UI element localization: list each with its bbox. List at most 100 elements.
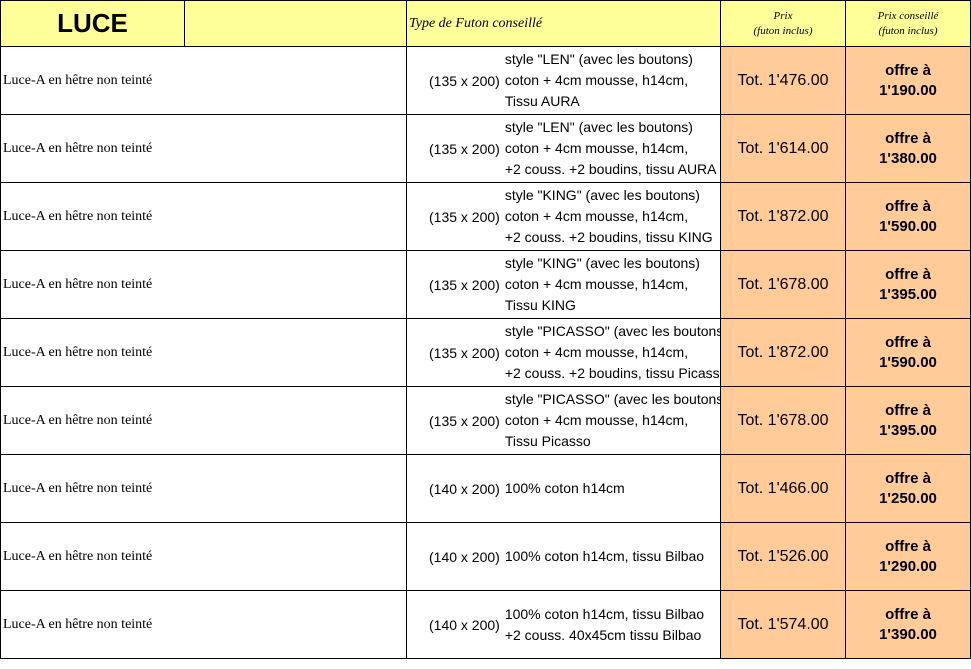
offer-label: offre à: [885, 333, 931, 351]
offer-cell: offre à 1'395.00: [845, 386, 971, 455]
price-cell: Tot. 1'872.00: [720, 182, 846, 251]
offer-price: 1'380.00: [879, 149, 937, 167]
futon-size: (140 x 200): [429, 616, 500, 633]
futon-spec-line: coton + 4cm mousse, h14cm,: [504, 276, 689, 292]
offer-label: offre à: [885, 61, 931, 79]
futon-description-cell: (135 x 200) style "LEN" (avec les boutons…: [406, 46, 721, 115]
futon-description-cell: (140 x 200) 100% coton h14cm: [406, 454, 721, 523]
futon-size: (135 x 200): [429, 140, 500, 157]
futon-spec-lines: style "KING" (avec les boutons) coton + 4…: [505, 185, 713, 248]
offer-label: offre à: [885, 537, 931, 555]
futon-description-cell: (135 x 200) style "LEN" (avec les boutons…: [406, 114, 721, 183]
offer-cell: offre à 1'590.00: [845, 182, 971, 251]
futon-spec-line: 100% coton h14cm, tissu Bilbao: [504, 548, 705, 564]
offer-price: 1'590.00: [879, 353, 937, 371]
futon-spec-line: style "PICASSO" (avec les boutons): [504, 323, 721, 339]
price-cell: Tot. 1'678.00: [720, 250, 846, 319]
brand-title: LUCE: [0, 0, 185, 47]
table-row: Luce-A en hêtre non teinté (135 x 200) sty…: [0, 250, 971, 319]
offer-cell: offre à 1'250.00: [845, 454, 971, 523]
futon-size: (135 x 200): [429, 72, 500, 89]
offer-price: 1'590.00: [879, 217, 937, 235]
model-cell: Luce-A en hêtre non teinté: [0, 250, 407, 319]
offer-cell: offre à 1'390.00: [845, 590, 971, 659]
offer-price: 1'250.00: [879, 489, 937, 507]
futon-spec-lines: 100% coton h14cm, tissu Bilbao: [505, 546, 704, 567]
futon-description-cell: (140 x 200) 100% coton h14cm, tissu Bilba…: [406, 522, 721, 591]
header-blank-cell: [184, 0, 407, 47]
price-cell: Tot. 1'574.00: [720, 590, 846, 659]
futon-description-cell: (135 x 200) style "PICASSO" (avec les bou…: [406, 386, 721, 455]
advised-price-header-sub: (futon inclus): [878, 24, 938, 37]
offer-label: offre à: [885, 401, 931, 419]
table-row: Luce-A en hêtre non teinté (140 x 200) 100…: [0, 590, 971, 659]
table-row: Luce-A en hêtre non teinté (135 x 200) sty…: [0, 386, 971, 455]
futon-spec-line: style "KING" (avec les boutons): [504, 255, 700, 271]
futon-spec-lines: style "PICASSO" (avec les boutons) coton …: [504, 389, 720, 452]
futon-spec-line: +2 couss. 40x45cm tissu Bilbao: [504, 626, 702, 643]
futon-spec-lines: style "KING" (avec les boutons) coton + 4…: [505, 253, 700, 316]
offer-price: 1'390.00: [879, 625, 937, 643]
futon-spec-lines: 100% coton h14cm, tissu Bilbao +2 couss. …: [505, 604, 704, 646]
price-cell: Tot. 1'614.00: [720, 114, 846, 183]
table-row: Luce-A en hêtre non teinté (135 x 200) sty…: [0, 182, 971, 251]
futon-spec-line: +2 couss. +2 boudins, tissu KING: [504, 229, 713, 245]
futon-type-header: Type de Futon conseillé: [406, 0, 721, 47]
model-cell: Luce-A en hêtre non teinté: [0, 182, 407, 251]
model-cell: Luce-A en hêtre non teinté: [0, 386, 407, 455]
price-table: LUCE Type de Futon conseillé Prix (futon…: [0, 0, 971, 659]
futon-spec-lines: style "PICASSO" (avec les boutons) coton …: [504, 321, 721, 384]
offer-cell: offre à 1'290.00: [845, 522, 971, 591]
price-header: Prix (futon inclus): [720, 0, 846, 47]
model-cell: Luce-A en hêtre non teinté: [0, 522, 407, 591]
table-row: Luce-A en hêtre non teinté (135 x 200) sty…: [0, 318, 971, 387]
price-cell: Tot. 1'466.00: [720, 454, 846, 523]
futon-spec-line: +2 couss. +2 boudins, tissu AURA: [504, 161, 717, 177]
futon-size: (135 x 200): [429, 276, 500, 293]
offer-price: 1'290.00: [879, 557, 937, 575]
futon-spec-line: Tissu KING: [504, 297, 576, 313]
futon-spec-line: coton + 4cm mousse, h14cm,: [504, 140, 689, 156]
price-cell: Tot. 1'872.00: [720, 318, 846, 387]
futon-description-cell: (135 x 200) style "KING" (avec les bouton…: [406, 182, 721, 251]
model-cell: Luce-A en hêtre non teinté: [0, 114, 407, 183]
offer-label: offre à: [885, 605, 931, 623]
price-header-sub: (futon inclus): [753, 24, 813, 37]
futon-size: (140 x 200): [429, 548, 500, 565]
offer-label: offre à: [885, 469, 931, 487]
futon-description-cell: (135 x 200) style "KING" (avec les bouton…: [406, 250, 721, 319]
futon-spec-lines: 100% coton h14cm: [505, 478, 625, 499]
price-cell: Tot. 1'476.00: [720, 46, 846, 115]
offer-cell: offre à 1'395.00: [845, 250, 971, 319]
futon-size: (135 x 200): [429, 412, 500, 429]
offer-label: offre à: [885, 197, 931, 215]
model-cell: Luce-A en hêtre non teinté: [0, 590, 407, 659]
futon-spec-line: coton + 4cm mousse, h14cm,: [504, 72, 689, 88]
futon-spec-line: coton + 4cm mousse, h14cm,: [504, 208, 689, 224]
advised-price-header: Prix conseillé (futon inclus): [845, 0, 971, 47]
price-cell: Tot. 1'678.00: [720, 386, 846, 455]
futon-size: (140 x 200): [429, 480, 500, 497]
offer-cell: offre à 1'590.00: [845, 318, 971, 387]
table-row: Luce-A en hêtre non teinté (140 x 200) 100…: [0, 522, 971, 591]
futon-spec-line: Tissu AURA: [504, 93, 580, 109]
model-cell: Luce-A en hêtre non teinté: [0, 46, 407, 115]
table-row: Luce-A en hêtre non teinté (135 x 200) sty…: [0, 46, 971, 115]
futon-description-cell: (140 x 200) 100% coton h14cm, tissu Bilba…: [406, 590, 721, 659]
futon-spec-line: Tissu Picasso: [504, 433, 591, 449]
price-header-label: Prix: [773, 9, 793, 22]
futon-spec-line: 100% coton h14cm, tissu Bilbao: [504, 605, 705, 622]
futon-spec-lines: style "LEN" (avec les boutons) coton + 4c…: [505, 49, 693, 112]
advised-price-header-label: Prix conseillé: [877, 9, 939, 22]
futon-spec-line: coton + 4cm mousse, h14cm,: [504, 344, 689, 360]
model-cell: Luce-A en hêtre non teinté: [0, 318, 407, 387]
futon-spec-line: 100% coton h14cm: [504, 480, 625, 496]
futon-size: (135 x 200): [429, 208, 500, 225]
offer-price: 1'190.00: [879, 81, 937, 99]
offer-cell: offre à 1'380.00: [845, 114, 971, 183]
futon-spec-line: coton + 4cm mousse, h14cm,: [504, 412, 689, 428]
offer-price: 1'395.00: [879, 285, 937, 303]
offer-cell: offre à 1'190.00: [845, 46, 971, 115]
price-cell: Tot. 1'526.00: [720, 522, 846, 591]
header-row: LUCE Type de Futon conseillé Prix (futon…: [0, 0, 971, 47]
